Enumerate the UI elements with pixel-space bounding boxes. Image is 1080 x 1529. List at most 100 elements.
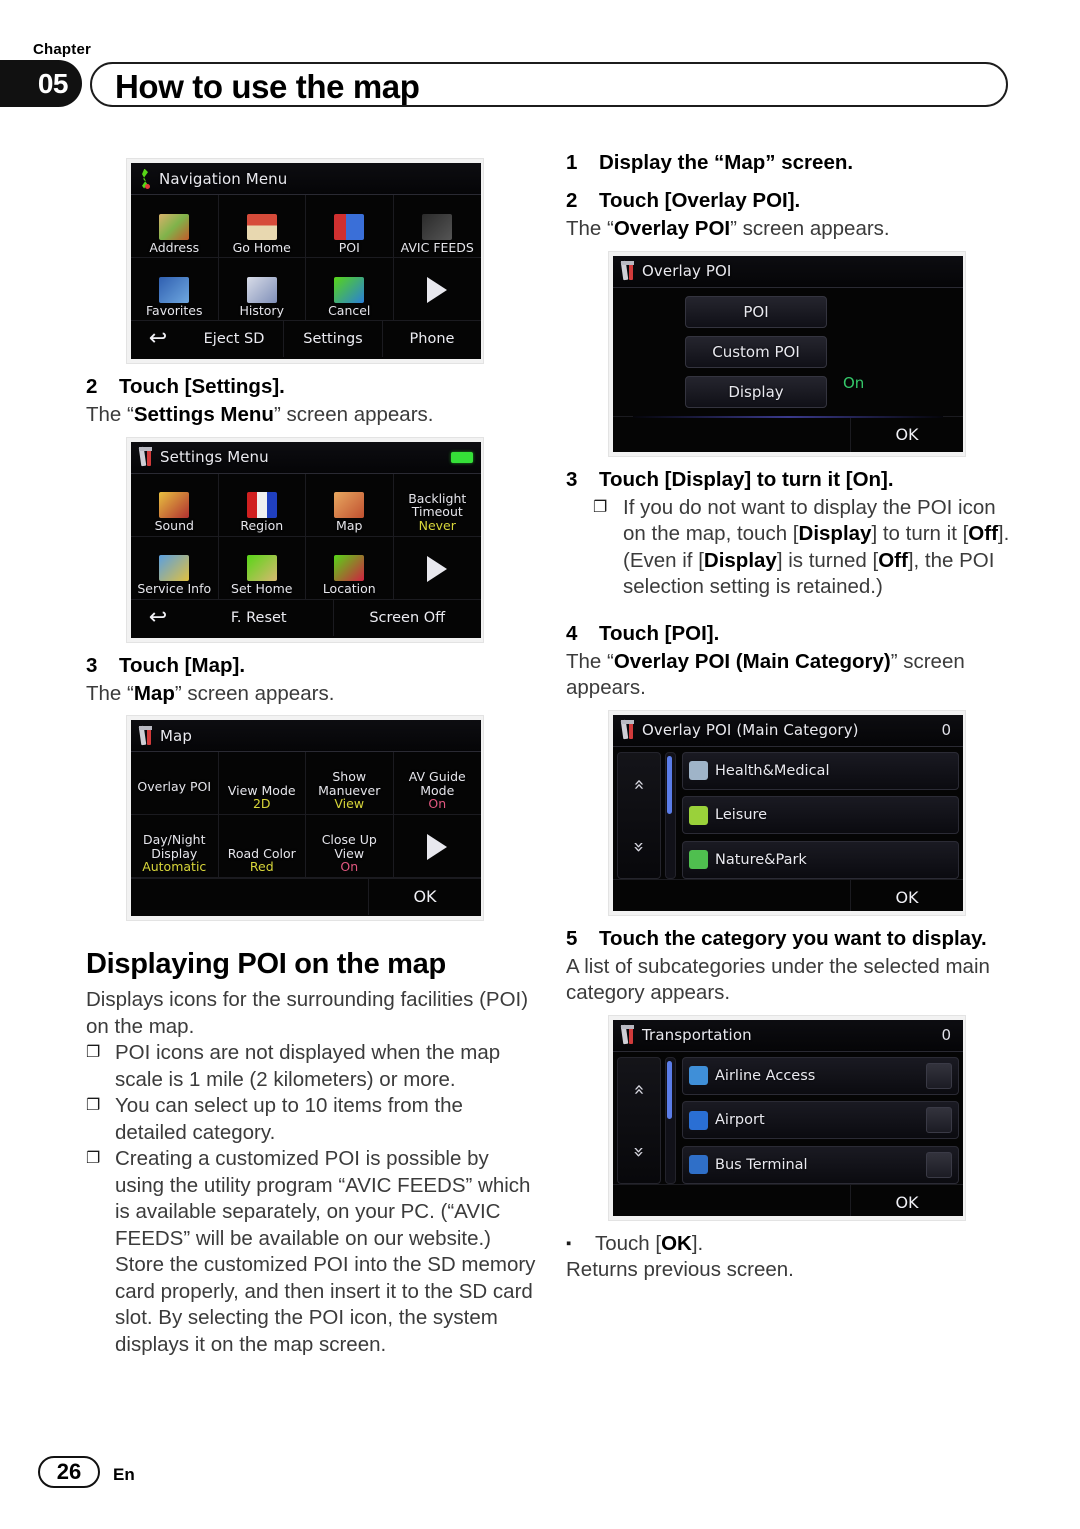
- step-text: Touch the category you want to display.: [599, 926, 987, 950]
- list-item[interactable]: Nature&Park: [682, 840, 959, 879]
- battery-icon: [451, 451, 473, 463]
- step-3-description: The “Map” screen appears.: [86, 681, 538, 708]
- screen-titlebar: Navigation Menu: [131, 163, 481, 195]
- step-3: 3 Touch [Display] to turn it [On].: [566, 467, 1018, 493]
- step-number: 3: [566, 467, 578, 491]
- scrollbar[interactable]: [665, 751, 676, 879]
- map-cell-day-night-display[interactable]: Day/Night Display Automatic: [131, 815, 219, 878]
- square-bullet-icon: [86, 1093, 115, 1146]
- ok-button[interactable]: OK: [851, 1185, 963, 1216]
- tool-icon: [620, 719, 636, 740]
- navigation-menu-screenshot: Navigation Menu Address Go Home POI AVIC…: [126, 158, 484, 364]
- screen-title: Settings Menu: [160, 448, 269, 466]
- square-bullet-icon: [86, 1040, 115, 1093]
- settings-cell-set-home[interactable]: Set Home: [218, 536, 306, 600]
- settings-button[interactable]: Settings: [284, 321, 383, 357]
- bullet-text: If you do not want to display the POI ic…: [623, 495, 1018, 601]
- scrollbar[interactable]: [665, 1056, 676, 1184]
- ok-button[interactable]: OK: [369, 879, 481, 915]
- list-item[interactable]: Bus Terminal: [682, 1145, 959, 1184]
- settings-cell-backlight-timeout[interactable]: Backlight Timeout Never: [393, 474, 481, 537]
- display-button[interactable]: Display: [685, 375, 827, 408]
- bullet-text: POI icons are not displayed when the map…: [115, 1041, 501, 1091]
- screen-off-button[interactable]: Screen Off: [334, 600, 482, 636]
- back-icon[interactable]: ↩: [131, 321, 185, 357]
- step-text: Display the “Map” screen.: [599, 151, 854, 174]
- history-icon: [246, 276, 277, 303]
- checkbox[interactable]: [926, 1107, 952, 1133]
- map-next-page-button[interactable]: [393, 815, 481, 878]
- settings-cell-region[interactable]: Region: [218, 473, 306, 537]
- menu-cell-history[interactable]: History: [218, 258, 306, 321]
- poi-button[interactable]: POI: [685, 295, 827, 328]
- cell-label: Close Up View: [321, 832, 377, 861]
- step-1: 1 Display the “Map” screen.: [566, 150, 1018, 176]
- screen-titlebar: Transportation 0: [613, 1019, 963, 1052]
- map-cell-view-mode[interactable]: View Mode 2D: [218, 752, 306, 815]
- scroll-up-icon[interactable]: »: [613, 763, 671, 805]
- favorites-icon: [159, 276, 190, 303]
- scroll-down-icon[interactable]: »: [613, 1131, 670, 1173]
- menu-cell-go-home[interactable]: Go Home: [218, 195, 306, 258]
- step-number: 3: [86, 653, 98, 677]
- map-cell-close-up-view[interactable]: Close Up View On: [306, 815, 394, 878]
- settings-cell-map[interactable]: Map: [306, 473, 394, 537]
- menu-cell-poi[interactable]: POI: [306, 195, 394, 258]
- menu-cell-favorites[interactable]: Favorites: [131, 258, 219, 321]
- custom-poi-button[interactable]: Custom POI: [685, 335, 827, 368]
- screen-title: Overlay POI: [642, 262, 732, 280]
- scroll-nav-column: » »: [613, 751, 671, 879]
- checkbox[interactable]: [926, 1151, 952, 1178]
- poi-icon: [334, 213, 365, 240]
- main-category-ok-bar: OK: [613, 878, 963, 911]
- list-item-label: Leisure: [715, 807, 768, 823]
- desc-bold: Settings Menu: [133, 403, 274, 426]
- list-item[interactable]: Airport: [682, 1101, 959, 1139]
- subcategory-list: » » Airline Access Airport Bus Terminal: [613, 1052, 963, 1184]
- map-cell-av-guide-mode[interactable]: AV Guide Mode On: [393, 752, 481, 815]
- ok-button[interactable]: OK: [851, 417, 963, 452]
- frag-bold: OK: [661, 1231, 692, 1255]
- list-item[interactable]: Leisure: [682, 796, 959, 834]
- frag-bold: Off: [968, 522, 998, 545]
- flag-icon: [246, 492, 277, 518]
- menu-next-page-button[interactable]: [393, 258, 481, 321]
- page-language: En: [113, 1465, 135, 1484]
- map-grid: Overlay POI View Mode 2D Show Manuever V…: [131, 752, 481, 878]
- scroll-down-icon[interactable]: »: [613, 826, 670, 868]
- set-home-icon: [246, 555, 277, 581]
- checkbox[interactable]: [926, 1062, 952, 1089]
- settings-next-page-button[interactable]: [393, 537, 481, 600]
- menu-cell-avic-feeds[interactable]: AVIC FEEDS: [393, 195, 481, 258]
- scroll-up-icon[interactable]: »: [613, 1068, 671, 1110]
- map-cell-road-color[interactable]: Road Color Red: [218, 815, 306, 878]
- category-list: » » Health&Medical Leisure Nature&Park: [613, 747, 963, 879]
- settings-cell-service-info[interactable]: Service Info: [131, 536, 219, 600]
- transportation-screenshot: Transportation 0 » » Airline Access Airp…: [608, 1014, 966, 1221]
- screen-titlebar: Map: [131, 720, 481, 752]
- step-number: 5: [566, 926, 578, 950]
- category-icon: [689, 761, 708, 780]
- address-icon: [159, 213, 190, 240]
- left-column: Navigation Menu Address Go Home POI AVIC…: [86, 150, 538, 1358]
- cell-label: Overlay POI: [137, 778, 212, 794]
- cell-value: On: [428, 796, 447, 811]
- list-item[interactable]: Health&Medical: [682, 751, 959, 790]
- map-cell-show-manuever[interactable]: Show Manuever View: [306, 752, 394, 815]
- step-2: 2 Touch [Overlay POI].: [566, 188, 1018, 214]
- menu-cell-cancel[interactable]: Cancel: [306, 258, 394, 321]
- phone-button[interactable]: Phone: [383, 321, 481, 357]
- map-cell-overlay-poi[interactable]: Overlay POI: [131, 752, 219, 815]
- settings-cell-location[interactable]: Location: [306, 536, 394, 600]
- step-number: 2: [566, 189, 578, 212]
- frag: ] is turned [: [776, 548, 879, 572]
- step-5-description: A list of subcategories under the select…: [566, 954, 990, 1005]
- list-item[interactable]: Airline Access: [682, 1056, 959, 1095]
- ok-button[interactable]: OK: [851, 880, 963, 911]
- factory-reset-button[interactable]: F. Reset: [185, 599, 334, 636]
- eject-sd-button[interactable]: Eject SD: [185, 321, 284, 357]
- menu-cell-address[interactable]: Address: [131, 195, 219, 258]
- settings-cell-sound[interactable]: Sound: [131, 473, 219, 537]
- back-icon[interactable]: ↩: [131, 600, 185, 636]
- ok-bar-spacer: [131, 879, 369, 915]
